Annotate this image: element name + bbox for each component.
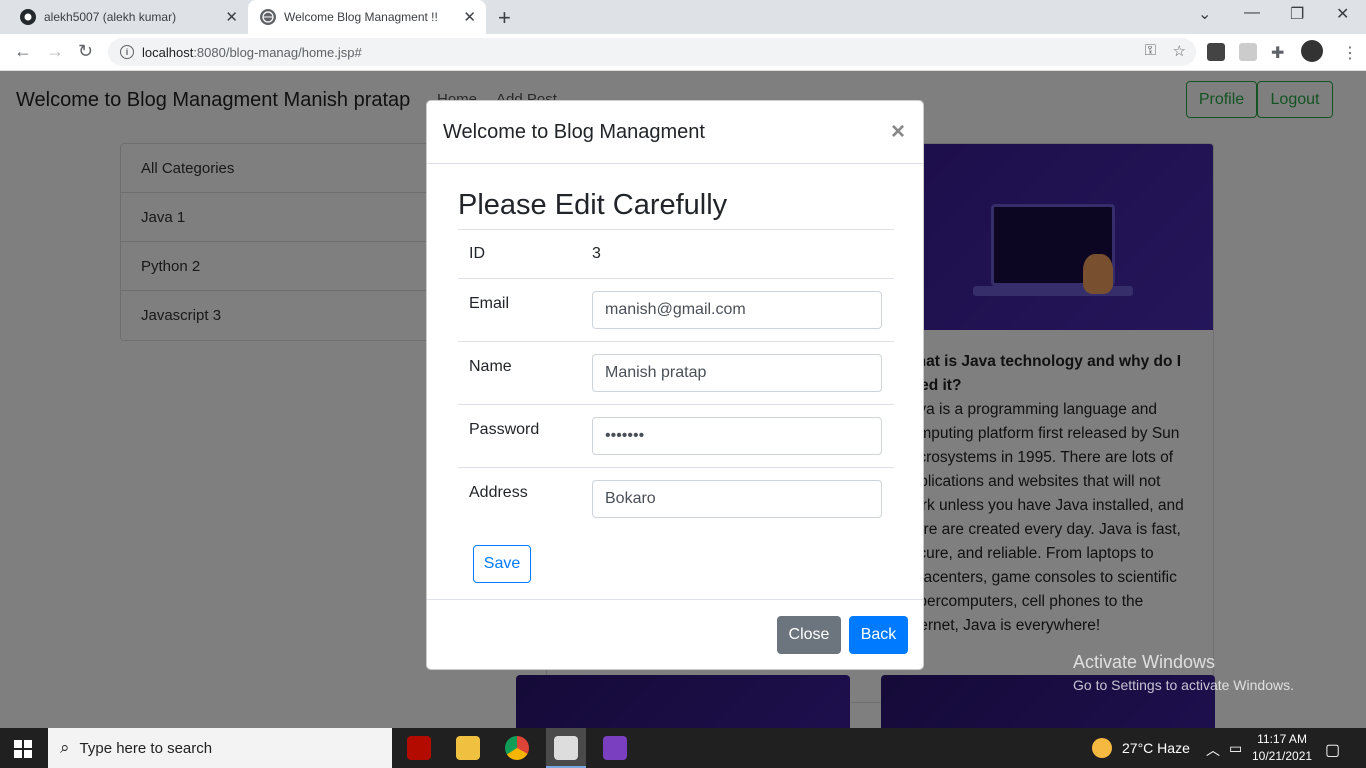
address-row: Address Bokaro xyxy=(458,468,894,531)
search-placeholder: Type here to search xyxy=(79,739,213,757)
modal-heading: Please Edit Carefully xyxy=(458,189,728,221)
id-row: ID 3 xyxy=(458,230,894,279)
password-label: Password xyxy=(469,421,540,438)
taskbar-search-input[interactable]: ⌕ Type here to search xyxy=(48,728,392,768)
app-icon xyxy=(554,736,578,760)
close-button[interactable]: Close xyxy=(777,616,841,654)
id-label: ID xyxy=(469,245,485,262)
info-icon[interactable]: i xyxy=(120,45,134,59)
new-tab-icon[interactable]: + xyxy=(498,5,511,31)
reload-icon[interactable]: ↻ xyxy=(78,41,93,62)
puzzle-icon[interactable]: ✚ xyxy=(1271,43,1289,62)
id-value: 3 xyxy=(592,245,601,262)
url-input[interactable]: i localhost:8080/blog-manag/home.jsp# ⚿ … xyxy=(108,38,1196,66)
tab-blog[interactable]: Welcome Blog Managment !! ✕ xyxy=(248,0,486,34)
name-label: Name xyxy=(469,358,512,375)
address-label: Address xyxy=(469,484,528,501)
close-icon[interactable]: × xyxy=(891,118,905,146)
globe-icon xyxy=(260,9,276,25)
pdf-reader-icon[interactable] xyxy=(407,736,431,760)
windows-start-icon[interactable] xyxy=(14,740,32,758)
github-icon xyxy=(20,9,36,25)
taskbar-active-app[interactable] xyxy=(546,728,586,768)
tab-github[interactable]: alekh5007 (alekh kumar) ✕ xyxy=(8,0,248,34)
avatar[interactable] xyxy=(1301,40,1323,62)
close-icon[interactable]: ✕ xyxy=(225,8,238,26)
save-button[interactable]: Save xyxy=(473,545,531,583)
address-bar: ← → ↻ i localhost:8080/blog-manag/home.j… xyxy=(0,34,1366,71)
weather-icon[interactable] xyxy=(1092,738,1112,758)
tab-title: Welcome Blog Managment !! xyxy=(284,10,438,24)
windows-taskbar: ⌕ Type here to search 27°C Haze ︿ ▭ 11:1… xyxy=(0,728,1366,768)
extension-icon[interactable] xyxy=(1207,43,1225,61)
tab-title: alekh5007 (alekh kumar) xyxy=(44,10,177,24)
url-path: :8080/blog-manag/home.jsp# xyxy=(193,44,362,60)
activate-windows-watermark: Activate Windows Go to Settings to activ… xyxy=(1073,652,1294,693)
address-field[interactable]: Bokaro xyxy=(592,480,882,518)
modal-header: Welcome to Blog Managment × xyxy=(427,101,923,164)
taskbar-clock[interactable]: 11:17 AM 10/21/2021 xyxy=(1252,731,1312,765)
watermark-subtitle: Go to Settings to activate Windows. xyxy=(1073,677,1294,693)
menu-icon[interactable]: ⋮ xyxy=(1342,43,1360,62)
forward-arrow-icon[interactable]: → xyxy=(46,41,64,62)
star-icon[interactable]: ☆ xyxy=(1173,42,1186,60)
battery-icon[interactable]: ▭ xyxy=(1229,740,1242,757)
name-field[interactable]: Manish pratap xyxy=(592,354,882,392)
browser-tab-bar: alekh5007 (alekh kumar) ✕ Welcome Blog M… xyxy=(0,0,1366,34)
profile-form-table: ID 3 Email manish@gmail.com Name Manish … xyxy=(458,229,894,531)
url-host: localhost xyxy=(142,44,194,60)
search-icon: ⌕ xyxy=(60,738,70,757)
weather-text[interactable]: 27°C Haze xyxy=(1122,740,1190,756)
window-close-icon[interactable]: ✕ xyxy=(1336,4,1349,24)
chevron-up-icon[interactable]: ︿ xyxy=(1206,740,1220,760)
password-row: Password ••••••• xyxy=(458,405,894,468)
restore-icon[interactable]: ❐ xyxy=(1290,4,1304,24)
game-icon[interactable] xyxy=(603,736,627,760)
password-field[interactable]: ••••••• xyxy=(592,417,882,455)
key-icon[interactable]: ⚿ xyxy=(1145,42,1156,59)
close-icon[interactable]: ✕ xyxy=(463,8,476,26)
back-button[interactable]: Back xyxy=(849,616,908,654)
modal-title: Welcome to Blog Managment xyxy=(443,121,705,143)
edit-profile-modal: Welcome to Blog Managment × Please Edit … xyxy=(426,100,924,670)
modal-footer: Close Back xyxy=(427,599,923,669)
watermark-title: Activate Windows xyxy=(1073,652,1216,672)
email-field[interactable]: manish@gmail.com xyxy=(592,291,882,329)
chrome-icon[interactable] xyxy=(505,736,529,760)
back-arrow-icon[interactable]: ← xyxy=(14,41,32,62)
email-label: Email xyxy=(469,295,510,312)
name-row: Name Manish pratap xyxy=(458,342,894,405)
minimize-icon[interactable]: — xyxy=(1244,4,1260,22)
tab-search-icon[interactable]: ⌄ xyxy=(1198,4,1211,24)
notification-icon[interactable]: ▢ xyxy=(1325,740,1340,760)
extension-icon[interactable] xyxy=(1239,43,1257,61)
clock-date: 10/21/2021 xyxy=(1252,749,1313,763)
clock-time: 11:17 AM xyxy=(1257,732,1307,746)
file-explorer-icon[interactable] xyxy=(456,736,480,760)
email-row: Email manish@gmail.com xyxy=(458,279,894,342)
